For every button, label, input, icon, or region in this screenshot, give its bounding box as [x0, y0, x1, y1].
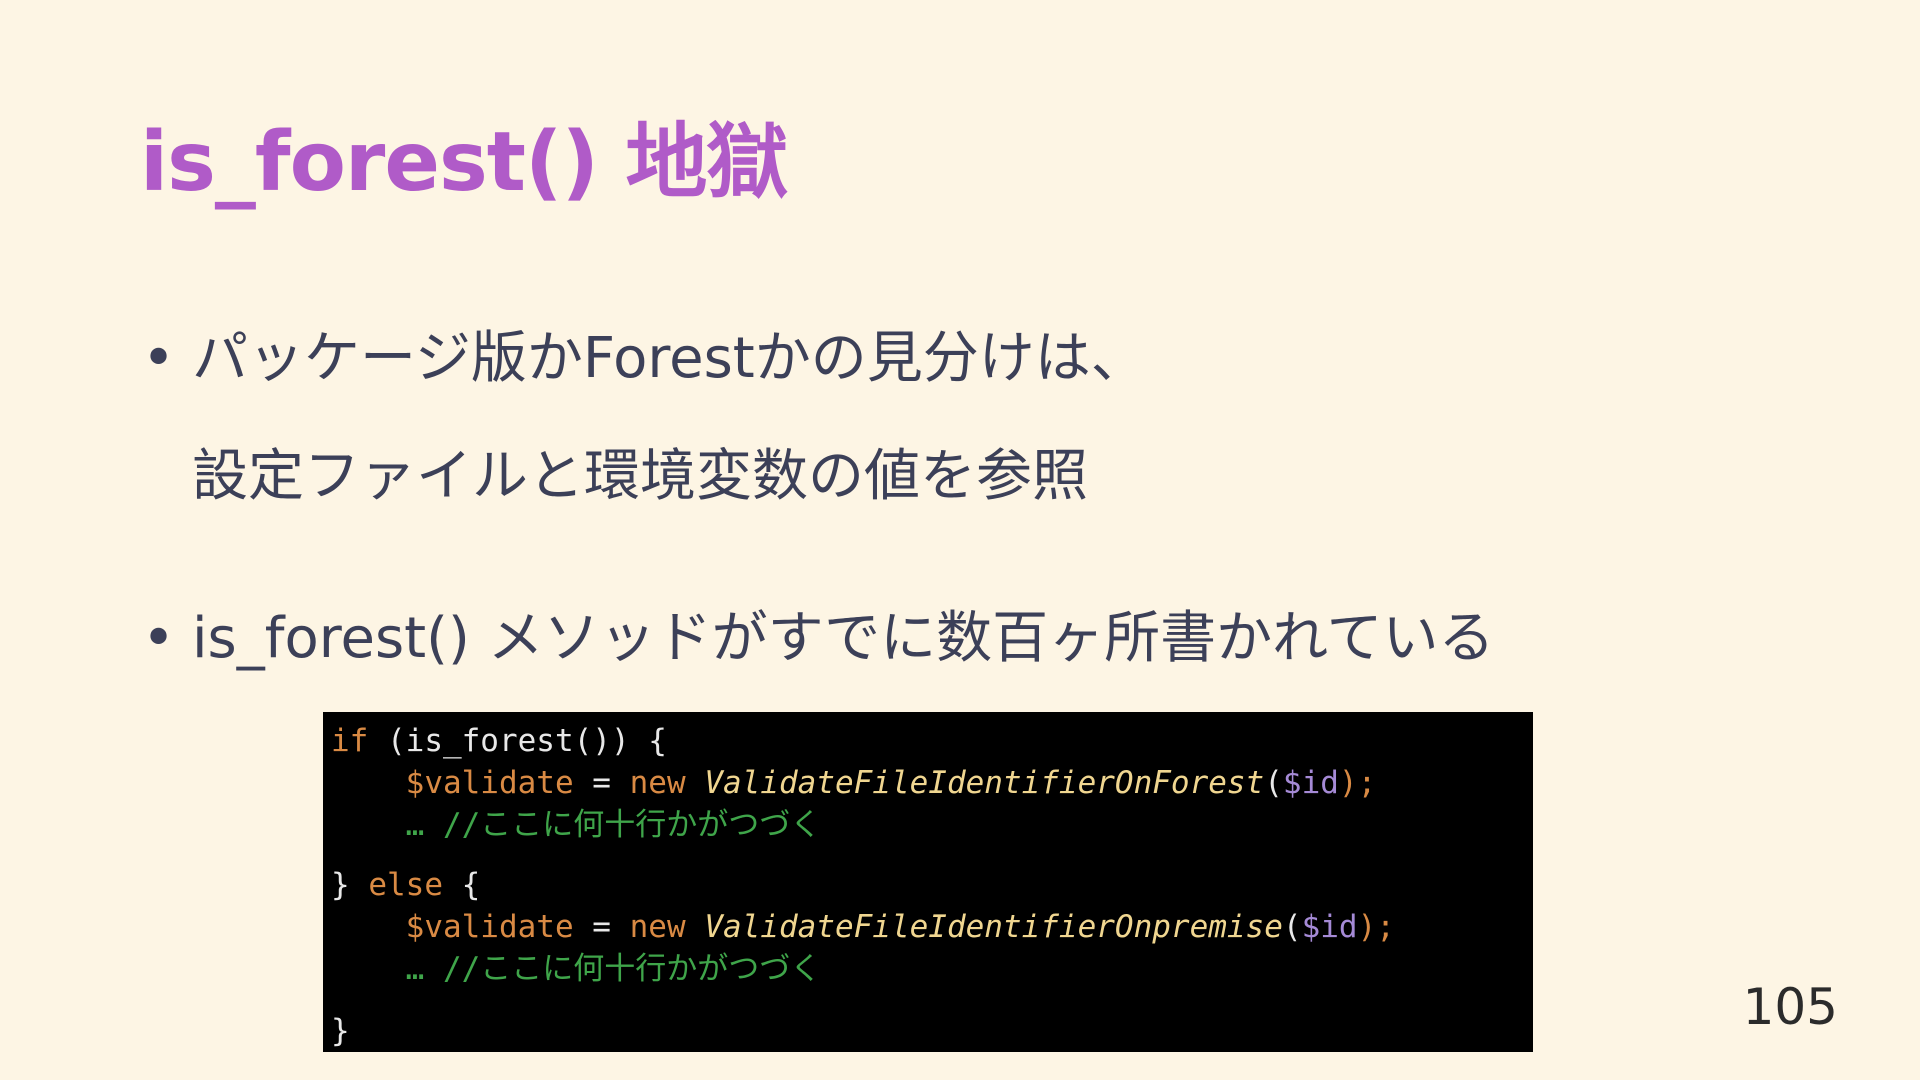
- code-comment: … //ここに何十行かがつづく: [405, 807, 822, 843]
- code-line-7: }: [331, 1010, 1525, 1052]
- code-variable: $validate: [405, 909, 574, 945]
- code-paren-open: (: [1282, 909, 1302, 945]
- code-operator: =: [573, 765, 630, 801]
- code-keyword: if: [331, 723, 369, 759]
- code-text: (is_forest()) {: [368, 723, 667, 759]
- bullet-item-2: • is_forest() メソッドがすでに数百ヶ所書かれている: [140, 580, 1860, 698]
- code-line-3: … //ここに何十行かがつづく: [331, 804, 1525, 846]
- code-comment: … //ここに何十行かがつづく: [405, 951, 822, 987]
- code-line-6: … //ここに何十行かがつづく: [331, 948, 1525, 990]
- bullet-list: • パッケージ版かForestかの見分けは、 設定ファイルと環境変数の値を参照 …: [140, 300, 1860, 698]
- code-paren-close: );: [1357, 909, 1395, 945]
- code-brace: }: [331, 867, 369, 903]
- code-argument: $id: [1282, 765, 1339, 801]
- code-operator: =: [573, 909, 630, 945]
- code-paren-close: );: [1338, 765, 1377, 801]
- code-class-name: ValidateFileIdentifierOnpremise: [704, 909, 1283, 945]
- code-line-5: $validate = new ValidateFileIdentifierOn…: [331, 906, 1525, 948]
- bullet-dot-icon: •: [142, 606, 176, 671]
- code-block: if (is_forest()) { $validate = new Valid…: [323, 712, 1533, 1052]
- code-text: {: [442, 867, 481, 903]
- code-variable: $validate: [405, 765, 574, 801]
- bullet-dot-icon: •: [142, 326, 176, 391]
- code-paren-open: (: [1264, 765, 1283, 801]
- code-line-4: } else {: [331, 864, 1525, 906]
- code-keyword-new: new: [629, 765, 686, 801]
- page-number: 105: [1742, 978, 1838, 1036]
- code-line-2: $validate = new ValidateFileIdentifierOn…: [331, 762, 1525, 804]
- bullet-item-1-line-1: パッケージ版かForestかの見分けは、: [192, 326, 1147, 391]
- bullet-item-2-line-1: is_forest() メソッドがすでに数百ヶ所書かれている: [192, 606, 1495, 671]
- code-keyword-new: new: [629, 909, 686, 945]
- code-keyword: else: [368, 867, 443, 903]
- bullet-item-1-line-2: 設定ファイルと環境変数の値を参照: [192, 444, 1088, 509]
- slide-title: is_forest() 地獄: [140, 115, 788, 210]
- code-brace: }: [331, 1013, 350, 1049]
- slide: is_forest() 地獄 • パッケージ版かForestかの見分けは、 設定…: [0, 0, 1920, 1080]
- bullet-item-1: • パッケージ版かForestかの見分けは、 設定ファイルと環境変数の値を参照: [140, 300, 1860, 536]
- code-argument: $id: [1301, 909, 1358, 945]
- code-class-name: ValidateFileIdentifierOnForest: [704, 765, 1265, 801]
- code-line-1: if (is_forest()) {: [331, 720, 1525, 762]
